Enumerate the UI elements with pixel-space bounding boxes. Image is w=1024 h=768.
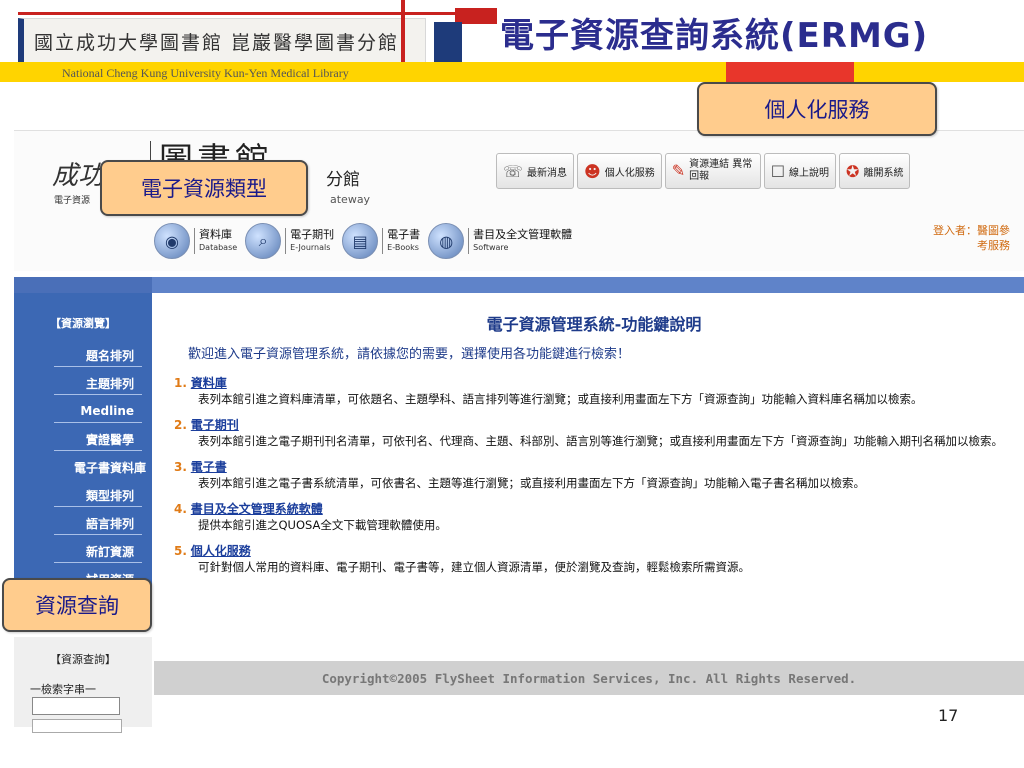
exit-icon: ✪ (846, 161, 860, 181)
item-number: 3. (174, 460, 187, 474)
tab-database-en: Database (199, 243, 238, 252)
pencil-icon: ✎ (671, 161, 686, 180)
tab-database-zh: 資料庫 (199, 228, 232, 241)
book-icon: ▤ (342, 223, 379, 259)
tab-ebooks-en: E-Books (387, 243, 419, 252)
website-screenshot: 成功 電子資源 圖書館 分館 ateway ☏ 最新消息 ☻ 個人化服務 ✎ 資… (14, 130, 1024, 733)
nav-help-label: 線上說明 (789, 167, 830, 179)
nav-report-label: 資源連結 異常回報 (689, 159, 753, 182)
sidebar-item-subject[interactable]: 主題排列 (14, 369, 152, 397)
item-description: 表列本館引進之電子書系統清單，可依書名、主題等進行瀏覽；或直接利用畫面左下方「資… (198, 476, 865, 490)
header-red-band (726, 62, 854, 82)
nav-help-button[interactable]: ☐ 線上說明 (763, 153, 837, 189)
slide: 國立成功大學圖書館 崑巖醫學圖書分館 電子資源查詢系統(ERMG) Nation… (0, 0, 1024, 768)
site-logo-left-sub: 電子資源 (54, 196, 91, 206)
nav-exit-button[interactable]: ✪ 離開系統 (839, 153, 911, 189)
search-label: 一檢索字串一 (30, 683, 96, 696)
sidebar-item-title[interactable]: 題名排列 (14, 341, 152, 369)
content-title: 電子資源管理系統-功能鍵說明 (486, 315, 702, 334)
database-icon: ◉ (154, 223, 190, 259)
site-logo-branch: 分館 (326, 170, 360, 190)
tab-software-zh: 書目及全文管理軟體 (473, 228, 573, 241)
callout-personal-service: 個人化服務 (697, 82, 937, 136)
site-logo-gateway: ateway (330, 193, 371, 206)
resource-category-tabs: ◉ 資料庫 Database ⌕ 電子期刊 E-Journals ▤ 電子書 E-Bo… (154, 223, 580, 259)
search-select[interactable] (32, 719, 122, 733)
search-title: 【資源查詢】 (50, 653, 116, 666)
list-item: 3. 電子書 表列本館引進之電子書系統清單，可依書名、主題等進行瀏覽；或直接利用… (174, 458, 1014, 492)
user-icon: ☻ (584, 161, 601, 181)
announcement-icon: ☏ (503, 161, 524, 181)
library-logo: 國立成功大學圖書館 崑巖醫學圖書分館 (18, 18, 426, 64)
search-input[interactable] (32, 697, 120, 715)
callout-resource-search: 資源查詢 (2, 578, 152, 632)
list-item: 4. 書目及全文管理系統軟體 提供本館引進之QUOSA全文下載管理軟體使用。 (174, 500, 1014, 534)
function-list: 1. 資料庫 表列本館引進之資料庫清單，可依題名、主題學科、語言排列等進行瀏覽；… (174, 374, 1014, 576)
sidebar-heading: 【資源瀏覽】 (50, 317, 116, 330)
item-description: 表列本館引進之電子期刊刊名清單，可依刊名、代理商、主題、科部別、語言別等進行瀏覽… (198, 434, 1003, 448)
item-number: 4. (174, 502, 187, 516)
library-english-name: National Cheng Kung University Kun-Yen M… (62, 66, 349, 80)
page-number: 17 (938, 706, 959, 725)
tab-ebooks-zh: 電子書 (387, 228, 421, 241)
nav-news-button[interactable]: ☏ 最新消息 (496, 153, 575, 189)
list-item: 2. 電子期刊 表列本館引進之電子期刊刊名清單，可依刊名、代理商、主題、科部別、… (174, 416, 1014, 450)
site-logo-left: 成功 (52, 161, 105, 191)
link-personal-service[interactable]: 個人化服務 (191, 544, 251, 558)
item-description: 可針對個人常用的資料庫、電子期刊、電子書等，建立個人資源清單，便於瀏覽及查詢，輕… (198, 560, 750, 574)
callout-resource-types: 電子資源類型 (100, 160, 308, 216)
top-navigation: ☏ 最新消息 ☻ 個人化服務 ✎ 資源連結 異常回報 ☐ 線上說明 ✪ 離開系統 (496, 153, 911, 189)
item-description: 表列本館引進之資料庫清單，可依題名、主題學科、語言排列等進行瀏覽；或直接利用畫面… (198, 392, 923, 406)
link-ejournals[interactable]: 電子期刊 (191, 418, 239, 432)
sidebar-item-language[interactable]: 語言排列 (14, 509, 152, 537)
slide-title: 電子資源查詢系統(ERMG) (500, 16, 929, 56)
login-line-1: 登入者：醫圖參 (933, 224, 1010, 237)
tab-ebooks[interactable]: ▤ 電子書 E-Books (342, 223, 420, 259)
link-ebooks[interactable]: 電子書 (191, 460, 227, 474)
nav-personal-button[interactable]: ☻ 個人化服務 (577, 153, 662, 189)
header-red-line (18, 12, 488, 15)
link-software[interactable]: 書目及全文管理系統軟體 (191, 502, 323, 516)
tab-ejournals-en: E-Journals (290, 243, 331, 252)
item-number: 2. (174, 418, 187, 432)
sidebar-item-ebm[interactable]: 實證醫學 (14, 425, 152, 453)
sidebar-item-new[interactable]: 新訂資源 (14, 537, 152, 565)
sidebar: 【資源瀏覽】 題名排列 主題排列 Medline 實證醫學 電子書資料庫 類型排… (14, 293, 152, 623)
list-item: 5. 個人化服務 可針對個人常用的資料庫、電子期刊、電子書等，建立個人資源清單，… (174, 542, 1014, 576)
sidebar-item-type[interactable]: 類型排列 (14, 481, 152, 509)
software-icon: ◍ (428, 223, 465, 259)
tab-software[interactable]: ◍ 書目及全文管理軟體 Software (428, 223, 572, 259)
link-database[interactable]: 資料庫 (191, 376, 227, 390)
sidebar-item-medline[interactable]: Medline (14, 397, 152, 425)
magnifier-icon: ⌕ (245, 223, 282, 259)
list-item: 1. 資料庫 表列本館引進之資料庫清單，可依題名、主題學科、語言排列等進行瀏覽；… (174, 374, 1014, 408)
help-icon: ☐ (770, 161, 786, 181)
header-red-divider (401, 0, 405, 64)
nav-personal-label: 個人化服務 (604, 167, 655, 179)
nav-news-label: 最新消息 (527, 167, 568, 179)
item-number: 5. (174, 544, 187, 558)
site-blue-band (14, 277, 1024, 293)
tab-ejournals-zh: 電子期刊 (290, 228, 335, 241)
main-content: 電子資源管理系統-功能鍵說明 歡迎進入電子資源管理系統，請依據您的需要，選擇使用… (174, 311, 1014, 584)
resource-search-panel: 【資源查詢】 一檢索字串一 (14, 637, 152, 733)
tab-software-en: Software (473, 243, 509, 252)
login-status: 登入者：醫圖參 考服務 (933, 223, 1010, 253)
header-blue-block (434, 22, 462, 62)
nav-report-button[interactable]: ✎ 資源連結 異常回報 (664, 153, 761, 189)
item-description: 提供本館引進之QUOSA全文下載管理軟體使用。 (198, 518, 447, 532)
tab-ejournals[interactable]: ⌕ 電子期刊 E-Journals (245, 223, 334, 259)
sidebar-item-ebook-db[interactable]: 電子書資料庫 (14, 453, 152, 481)
content-intro: 歡迎進入電子資源管理系統，請依據您的需要，選擇使用各功能鍵進行檢索！ (188, 347, 631, 362)
login-line-2: 考服務 (977, 239, 1010, 252)
tab-database[interactable]: ◉ 資料庫 Database (154, 223, 237, 259)
nav-exit-label: 離開系統 (863, 167, 904, 179)
copyright-footer: Copyright©2005 FlySheet Information Serv… (154, 661, 1024, 695)
item-number: 1. (174, 376, 187, 390)
